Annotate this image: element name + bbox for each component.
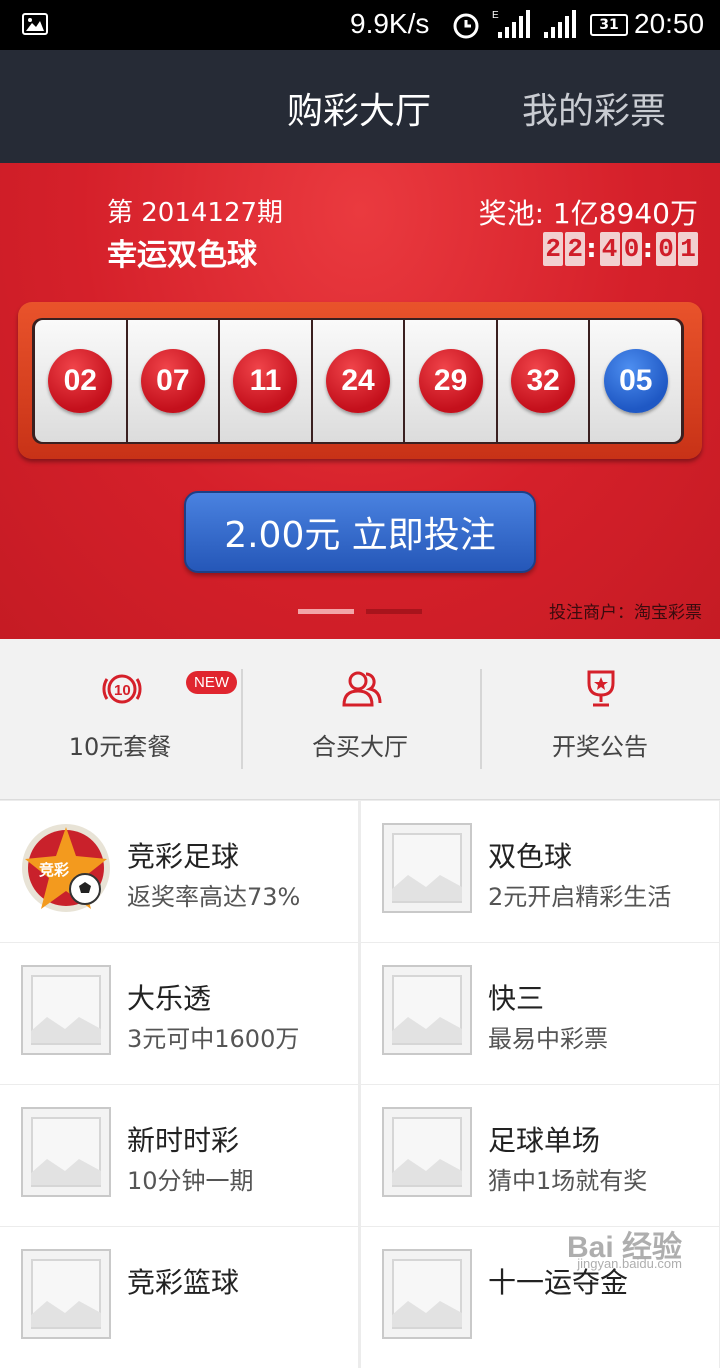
- ball-slot: 05: [590, 320, 682, 442]
- countdown-digit: 2: [543, 232, 564, 266]
- prize-pool: 奖池: 1亿8940万: [478, 197, 698, 230]
- lottery-title: 双色球: [488, 840, 573, 873]
- image-placeholder-icon: [21, 1107, 111, 1197]
- tab-lottery-hall[interactable]: 购彩大厅: [287, 82, 431, 134]
- jingcai-football-logo: 竞彩: [21, 823, 111, 913]
- gallery-notification-icon: [22, 13, 48, 35]
- lottery-title: 足球单场: [488, 1124, 601, 1157]
- quick-label: 10元套餐: [68, 733, 172, 761]
- bet-now-button[interactable]: 2.00元 立即投注: [184, 491, 536, 573]
- lottery-title: 竞彩足球: [127, 840, 240, 873]
- ball-slot: 29: [405, 320, 496, 442]
- quick-item-10yuan[interactable]: 10 NEW 10元套餐: [0, 639, 240, 799]
- countdown-separator: :: [586, 234, 597, 264]
- ball-slot: 32: [497, 320, 589, 442]
- draw-result-frame: 02 07 11 24 29 32 05: [18, 302, 702, 459]
- countdown-timer: 22:40:01: [541, 232, 698, 266]
- svg-text:E: E: [492, 10, 499, 21]
- lottery-title: 快三: [488, 982, 545, 1015]
- red-ball: 11: [233, 349, 298, 413]
- pager-dot-active: [298, 609, 354, 614]
- lottery-item[interactable]: 双色球 2元开启精彩生活: [361, 801, 719, 942]
- image-placeholder-icon: [382, 1107, 472, 1197]
- network-speed: 9.9K/s: [350, 8, 430, 39]
- quick-label: 开奖公告: [552, 733, 648, 761]
- image-placeholder-icon: [382, 965, 472, 1055]
- blue-ball: 05: [603, 349, 668, 413]
- lottery-subtitle: 返奖率高达73%: [127, 883, 301, 911]
- lottery-item[interactable]: 新时时彩 10分钟一期: [0, 1085, 358, 1226]
- signal-e-icon: E: [492, 8, 532, 44]
- new-badge: NEW: [186, 671, 237, 694]
- lottery-subtitle: 猜中1场就有奖: [488, 1167, 648, 1195]
- red-ball: 24: [326, 349, 391, 413]
- image-placeholder-icon: [21, 965, 111, 1055]
- ball-slot: 11: [220, 320, 311, 442]
- issue-number: 第 2014127期: [107, 198, 284, 228]
- image-placeholder-icon: [382, 1249, 472, 1339]
- image-placeholder-icon: [382, 823, 472, 913]
- battery-level: 31: [599, 17, 619, 33]
- countdown-digit: 2: [565, 232, 586, 266]
- countdown-separator: :: [642, 234, 653, 264]
- lottery-subtitle: 3元可中1600万: [127, 1025, 300, 1053]
- countdown-digit: 4: [599, 232, 620, 266]
- lottery-title: 新时时彩: [127, 1124, 240, 1157]
- red-ball: 02: [48, 349, 113, 413]
- battery-icon: 31: [590, 14, 628, 36]
- quick-item-draw-notice[interactable]: 开奖公告: [480, 639, 720, 799]
- quick-menu: 10 NEW 10元套餐 合买大厅 开奖公告: [0, 639, 720, 800]
- countdown-digit: 0: [621, 232, 642, 266]
- ball-slot: 02: [35, 320, 126, 442]
- image-placeholder-icon: [21, 1249, 111, 1339]
- status-bar: 9.9K/s E 31 20:50: [0, 0, 720, 50]
- watermark-url: jingyan.baidu.com: [577, 1256, 682, 1271]
- merchant-label: 投注商户：淘宝彩票: [549, 603, 702, 623]
- countdown-digit: 1: [678, 232, 698, 266]
- red-ball: 29: [418, 349, 483, 413]
- lottery-title: 竞彩篮球: [127, 1266, 240, 1299]
- pager-dot: [366, 609, 422, 614]
- svg-text:10: 10: [114, 682, 131, 699]
- lottery-item[interactable]: 竞彩 竞彩足球返奖率高达73%: [0, 801, 358, 942]
- lottery-item[interactable]: 竞彩篮球: [0, 1227, 358, 1368]
- clock: 20:50: [634, 8, 705, 39]
- signal-icon: [542, 8, 580, 44]
- quick-label: 合买大厅: [312, 733, 408, 761]
- red-ball: 32: [511, 349, 576, 413]
- lottery-item[interactable]: 快三 最易中彩票: [361, 943, 719, 1084]
- app-header: 购彩大厅 我的彩票: [0, 50, 720, 163]
- quick-item-group-buy[interactable]: 合买大厅: [240, 639, 480, 799]
- tab-my-lottery[interactable]: 我的彩票: [522, 82, 666, 134]
- trophy-icon: [584, 669, 618, 713]
- lottery-subtitle: 2元开启精彩生活: [488, 883, 672, 911]
- group-icon: [340, 669, 384, 713]
- lottery-subtitle: 10分钟一期: [127, 1167, 254, 1195]
- red-ball: 07: [140, 349, 205, 413]
- ball-slot: 24: [312, 320, 404, 442]
- ten-yuan-icon: 10: [102, 671, 142, 711]
- ball-slots: 02 07 11 24 29 32 05: [32, 318, 684, 444]
- alarm-icon: [451, 10, 481, 44]
- lottery-item[interactable]: 大乐透 3元可中1600万: [0, 943, 358, 1084]
- lottery-name: 幸运双色球: [107, 238, 257, 273]
- countdown-digit: 0: [656, 232, 676, 266]
- lottery-subtitle: 最易中彩票: [488, 1025, 608, 1053]
- svg-text:竞彩: 竞彩: [39, 861, 69, 879]
- lottery-title: 大乐透: [127, 982, 212, 1015]
- ball-slot: 07: [127, 320, 219, 442]
- lottery-item[interactable]: 足球单场猜中1场就有奖: [361, 1085, 719, 1226]
